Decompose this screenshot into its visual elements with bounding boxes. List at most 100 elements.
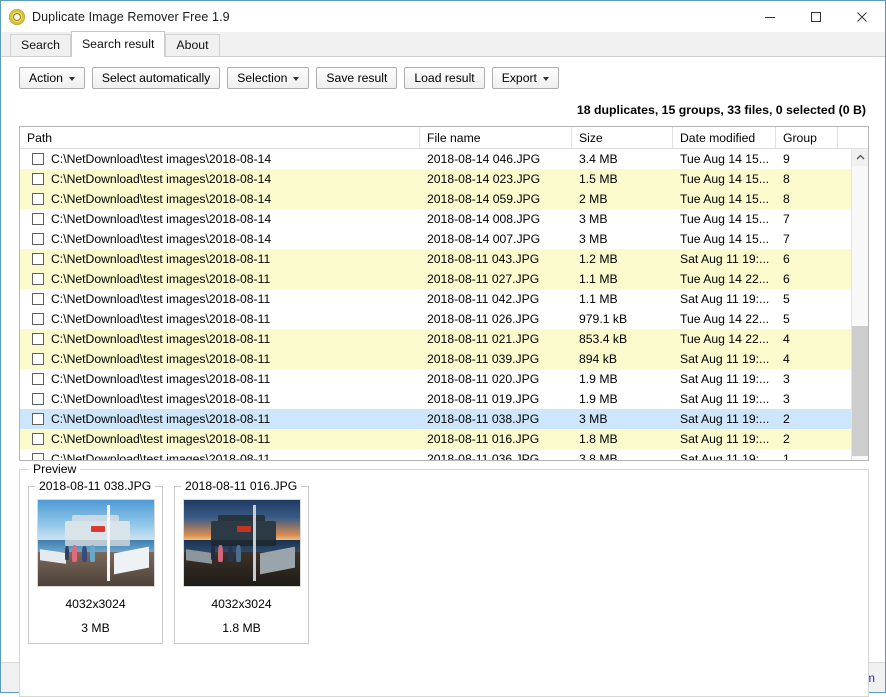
column-header-group[interactable]: Group <box>776 127 838 148</box>
preview-legend: Preview <box>29 462 81 476</box>
row-checkbox[interactable] <box>32 213 44 225</box>
app-window: Duplicate Image Remover Free 1.9 Search … <box>0 0 886 697</box>
table-row[interactable]: C:\NetDownload\test images\2018-08-14 201… <box>20 149 868 169</box>
column-header-file-name[interactable]: File name <box>420 127 572 148</box>
table-row[interactable]: C:\NetDownload\test images\2018-08-14 201… <box>20 229 868 249</box>
cell-date-modified: Tue Aug 14 15... <box>680 212 769 226</box>
cell-date-modified: Sat Aug 11 19:... <box>680 452 770 460</box>
row-checkbox[interactable] <box>32 353 44 365</box>
row-checkbox[interactable] <box>32 433 44 445</box>
row-checkbox[interactable] <box>32 313 44 325</box>
table-row[interactable]: C:\NetDownload\test images\2018-08-11 201… <box>20 329 868 349</box>
table-row[interactable]: C:\NetDownload\test images\2018-08-11 201… <box>20 269 868 289</box>
row-checkbox[interactable] <box>32 173 44 185</box>
row-checkbox[interactable] <box>32 153 44 165</box>
table-row[interactable]: C:\NetDownload\test images\2018-08-11 201… <box>20 349 868 369</box>
selection-button[interactable]: Selection <box>227 67 310 89</box>
minimize-icon[interactable] <box>747 1 793 32</box>
table-row[interactable]: C:\NetDownload\test images\2018-08-11 201… <box>20 289 868 309</box>
table-row[interactable]: C:\NetDownload\test images\2018-08-11 201… <box>20 409 868 429</box>
cell-size: 3 MB <box>579 232 608 246</box>
save-result-button[interactable]: Save result <box>316 67 398 89</box>
table-row[interactable]: C:\NetDownload\test images\2018-08-11 201… <box>20 369 868 389</box>
column-header-path[interactable]: Path <box>20 127 420 148</box>
preview-group: Preview 2018-08-11 038.JPG 4032x3024 3 M… <box>19 462 869 697</box>
preview-image[interactable] <box>36 499 155 587</box>
cell-size: 1.5 MB <box>579 172 618 186</box>
pier-photo-dusk <box>183 500 300 586</box>
preview-item-size: 3 MB <box>81 621 110 635</box>
cell-path: C:\NetDownload\test images\2018-08-11 <box>20 289 420 309</box>
cell-path-text: C:\NetDownload\test images\2018-08-11 <box>51 292 271 306</box>
cell-file-name: 2018-08-11 020.JPG <box>427 372 540 386</box>
cell-path: C:\NetDownload\test images\2018-08-11 <box>20 389 420 409</box>
cell-file-name: 2018-08-14 023.JPG <box>427 172 541 186</box>
toolbar: Action Select automatically Selection Sa… <box>19 67 559 89</box>
preview-item-dimensions: 4032x3024 <box>65 597 126 611</box>
cell-date-modified: Tue Aug 14 22... <box>680 312 769 326</box>
maximize-icon[interactable] <box>793 1 839 32</box>
row-checkbox[interactable] <box>32 193 44 205</box>
results-body: C:\NetDownload\test images\2018-08-14 201… <box>20 149 868 460</box>
duplicates-summary: 18 duplicates, 15 groups, 33 files, 0 se… <box>576 103 866 117</box>
cell-size: 1.9 MB <box>579 392 618 406</box>
preview-item[interactable]: 2018-08-11 016.JPG 4032x3024 1.8 MB <box>174 479 309 644</box>
row-checkbox[interactable] <box>32 453 44 460</box>
column-header-size[interactable]: Size <box>572 127 673 148</box>
load-result-button[interactable]: Load result <box>404 67 485 89</box>
cell-path: C:\NetDownload\test images\2018-08-11 <box>20 249 420 269</box>
table-row[interactable]: C:\NetDownload\test images\2018-08-11 201… <box>20 309 868 329</box>
row-checkbox[interactable] <box>32 333 44 345</box>
row-checkbox[interactable] <box>32 413 44 425</box>
cell-group: 5 <box>783 292 790 306</box>
cell-path: C:\NetDownload\test images\2018-08-11 <box>20 329 420 349</box>
tab-search[interactable]: Search <box>10 34 71 57</box>
table-row[interactable]: C:\NetDownload\test images\2018-08-14 201… <box>20 189 868 209</box>
table-row[interactable]: C:\NetDownload\test images\2018-08-14 201… <box>20 169 868 189</box>
scrollbar-track[interactable] <box>852 166 868 460</box>
row-checkbox[interactable] <box>32 373 44 385</box>
table-row[interactable]: C:\NetDownload\test images\2018-08-14 201… <box>20 209 868 229</box>
row-checkbox[interactable] <box>32 293 44 305</box>
preview-item[interactable]: 2018-08-11 038.JPG 4032x3024 3 MB <box>28 479 163 644</box>
action-button[interactable]: Action <box>19 67 85 89</box>
table-row[interactable]: C:\NetDownload\test images\2018-08-11 201… <box>20 249 868 269</box>
cell-group: 5 <box>783 312 790 326</box>
select-automatically-label: Select automatically <box>101 71 211 85</box>
row-checkbox[interactable] <box>32 253 44 265</box>
cell-date-modified: Tue Aug 14 15... <box>680 172 769 186</box>
pier-photo-bright <box>37 500 154 586</box>
cell-path: C:\NetDownload\test images\2018-08-11 <box>20 369 420 389</box>
cell-path-text: C:\NetDownload\test images\2018-08-14 <box>51 232 272 246</box>
cell-path-text: C:\NetDownload\test images\2018-08-14 <box>51 192 272 206</box>
table-row[interactable]: C:\NetDownload\test images\2018-08-11 201… <box>20 429 868 449</box>
chevron-down-icon <box>68 77 75 81</box>
table-row[interactable]: C:\NetDownload\test images\2018-08-11 201… <box>20 389 868 409</box>
close-icon[interactable] <box>839 1 885 32</box>
load-result-label: Load result <box>414 71 475 85</box>
tab-search-result[interactable]: Search result <box>70 31 166 57</box>
select-automatically-button[interactable]: Select automatically <box>91 67 221 89</box>
cell-path: C:\NetDownload\test images\2018-08-11 <box>20 349 420 369</box>
preview-image[interactable] <box>182 499 301 587</box>
table-row[interactable]: C:\NetDownload\test images\2018-08-11 201… <box>20 449 868 460</box>
row-checkbox[interactable] <box>32 233 44 245</box>
cell-size: 1.9 MB <box>579 372 618 386</box>
cell-path: C:\NetDownload\test images\2018-08-11 <box>20 269 420 289</box>
export-button[interactable]: Export <box>491 67 559 89</box>
cell-path-text: C:\NetDownload\test images\2018-08-11 <box>51 352 271 366</box>
cell-path: C:\NetDownload\test images\2018-08-14 <box>20 209 420 229</box>
scrollbar-thumb[interactable] <box>852 326 868 456</box>
results-vertical-scrollbar[interactable] <box>851 149 868 460</box>
scroll-up-icon[interactable] <box>852 149 868 166</box>
preview-item-size: 1.8 MB <box>222 621 261 635</box>
cell-path: C:\NetDownload\test images\2018-08-11 <box>20 429 420 449</box>
row-checkbox[interactable] <box>32 393 44 405</box>
cell-path: C:\NetDownload\test images\2018-08-14 <box>20 189 420 209</box>
cell-path-text: C:\NetDownload\test images\2018-08-11 <box>51 252 271 266</box>
tab-about[interactable]: About <box>165 34 220 57</box>
cell-path: C:\NetDownload\test images\2018-08-11 <box>20 409 420 429</box>
column-header-date-modified[interactable]: Date modified <box>673 127 776 148</box>
column-header-filler <box>838 127 868 148</box>
row-checkbox[interactable] <box>32 273 44 285</box>
